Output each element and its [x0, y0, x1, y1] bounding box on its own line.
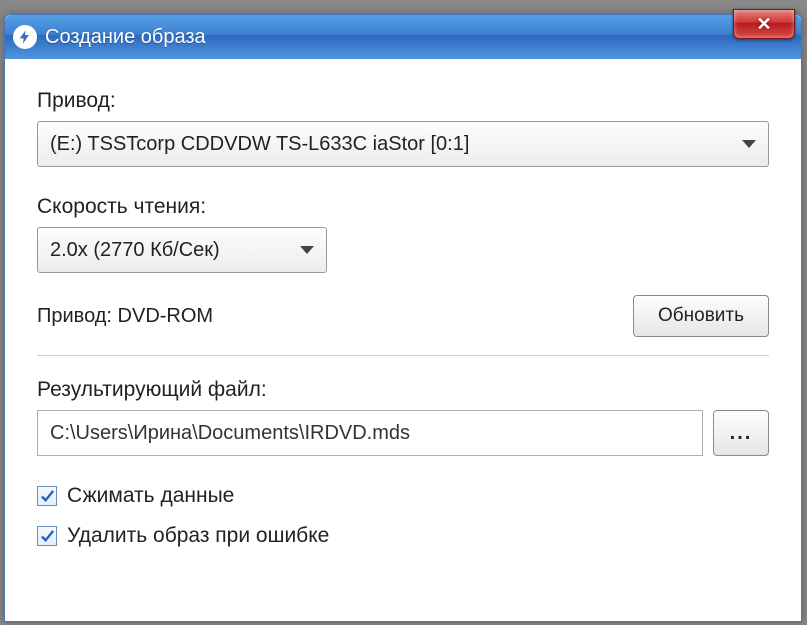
speed-select-value: 2.0x (2770 Кб/Сек) — [50, 239, 220, 262]
refresh-button[interactable]: Обновить — [633, 295, 769, 337]
drive-info-row: Привод: DVD-ROM Обновить — [37, 295, 769, 337]
checkmark-icon — [40, 489, 55, 504]
titlebar: Создание образа ✕ — [5, 15, 801, 59]
chevron-down-icon — [300, 246, 314, 254]
speed-select[interactable]: 2.0x (2770 Кб/Сек) — [37, 227, 327, 273]
close-icon: ✕ — [756, 14, 771, 35]
output-file-row: ... — [37, 410, 769, 456]
compress-checkbox-label: Сжимать данные — [67, 484, 234, 508]
drive-type-text: Привод: DVD-ROM — [37, 305, 213, 328]
output-path-input[interactable] — [37, 410, 703, 456]
dialog-window: Создание образа ✕ Привод: (E:) TSSTcorp … — [4, 14, 802, 622]
drive-label: Привод: — [37, 89, 769, 113]
speed-label: Скорость чтения: — [37, 195, 769, 219]
delete-on-error-checkbox-row: Удалить образ при ошибке — [37, 524, 769, 548]
browse-button[interactable]: ... — [713, 410, 769, 456]
divider — [37, 355, 769, 356]
window-title: Создание образа — [45, 26, 206, 49]
delete-on-error-checkbox[interactable] — [37, 526, 57, 546]
delete-on-error-checkbox-label: Удалить образ при ошибке — [67, 524, 329, 548]
compress-checkbox-row: Сжимать данные — [37, 484, 769, 508]
dialog-body: Привод: (E:) TSSTcorp CDDVDW TS-L633C ia… — [5, 59, 801, 621]
checkmark-icon — [40, 529, 55, 544]
output-label: Результирующий файл: — [37, 378, 769, 402]
drive-select[interactable]: (E:) TSSTcorp CDDVDW TS-L633C iaStor [0:… — [37, 121, 769, 167]
chevron-down-icon — [742, 140, 756, 148]
close-button[interactable]: ✕ — [733, 9, 795, 39]
app-icon — [13, 25, 37, 49]
drive-select-value: (E:) TSSTcorp CDDVDW TS-L633C iaStor [0:… — [50, 133, 469, 156]
compress-checkbox[interactable] — [37, 486, 57, 506]
